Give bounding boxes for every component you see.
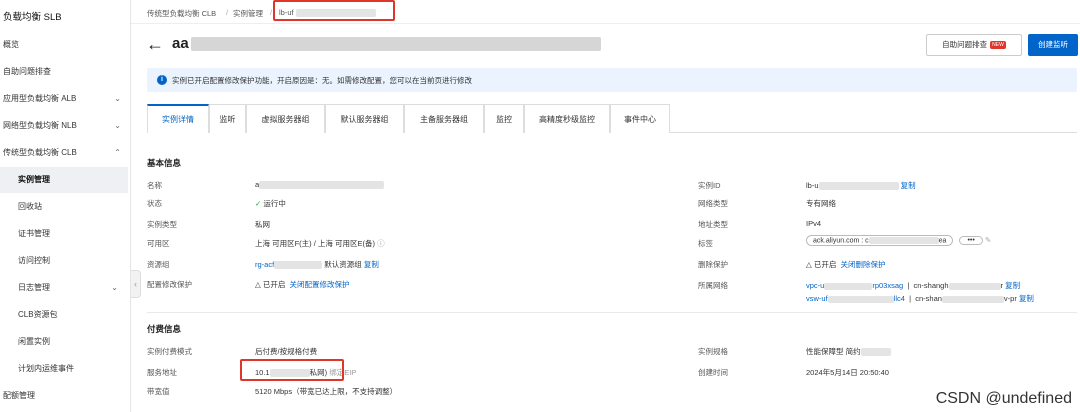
field-label: 可用区 xyxy=(147,239,170,248)
lock-icon: △ xyxy=(806,260,812,269)
breadcrumb-instance-management[interactable]: 实例管理 xyxy=(233,8,263,19)
sidebar-item-idle-instances[interactable]: 闲置实例 xyxy=(0,329,128,355)
tab-instance-details[interactable]: 实例详情 xyxy=(147,104,209,133)
page-title: aa xyxy=(172,35,601,52)
watermark: CSDN @undefined xyxy=(935,390,1072,407)
help-icon[interactable]: ⓘ xyxy=(377,239,385,248)
copy-link[interactable]: 复制 xyxy=(901,181,916,190)
field-label: 配置修改保护 xyxy=(147,280,192,289)
highlight-box xyxy=(240,359,344,381)
field-label: 实例类型 xyxy=(147,220,177,229)
disable-delete-protection-link[interactable]: 关闭删除保护 xyxy=(841,260,886,269)
sidebar-title: 负载均衡 SLB xyxy=(3,12,62,23)
tab-master-slave-group[interactable]: 主备服务器组 xyxy=(404,104,484,133)
section-title-basic: 基本信息 xyxy=(147,158,182,168)
field-label: 创建时间 xyxy=(698,368,728,377)
bandwidth-value: 5120 Mbps（带宽已达上限，不支持调整） xyxy=(255,387,398,396)
tab-event-center[interactable]: 事件中心 xyxy=(610,104,670,133)
disable-config-protection-link[interactable]: 关闭配置修改保护 xyxy=(290,280,350,289)
sidebar-item-clb-package[interactable]: CLB资源包 xyxy=(0,302,128,328)
field-label: 网络类型 xyxy=(698,199,728,208)
new-badge: NEW xyxy=(990,41,1006,50)
delete-protection-value: △ 已开启 关闭删除保护 xyxy=(806,260,886,269)
field-label: 地址类型 xyxy=(698,220,728,229)
chevron-down-icon: ⌄ xyxy=(114,121,121,130)
zone-value: 上海 可用区F(主) / 上海 可用区E(备) ⓘ xyxy=(255,239,385,248)
lock-icon: △ xyxy=(255,280,261,289)
breadcrumb-clb[interactable]: 传统型负载均衡 CLB xyxy=(147,8,216,19)
sidebar-item-certificates[interactable]: 证书管理 xyxy=(0,221,128,247)
instance-spec-value: 性能保障型 简约 xyxy=(806,346,891,357)
sidebar-item-maintenance-events[interactable]: 计划内运维事件 xyxy=(0,356,128,382)
chevron-down-icon: ⌄ xyxy=(111,283,118,292)
billing-mode-value: 后付费/按规格付费 xyxy=(255,347,318,356)
info-icon: i xyxy=(157,75,167,85)
field-label: 服务地址 xyxy=(147,368,177,377)
field-label: 所属网络 xyxy=(698,281,728,290)
vpc-link[interactable]: vpc-u rp03xsag xyxy=(806,281,903,290)
vswitch-value: vsw-uf llc4 | cn-shan v-pr 复制 xyxy=(806,294,1034,303)
vpc-value: vpc-u rp03xsag | cn-shangh r 复制 xyxy=(806,281,1021,290)
created-time-value: 2024年5月14日 20:50:40 xyxy=(806,368,889,377)
tag-chip[interactable]: ack.aliyun.com : c ea xyxy=(806,235,954,247)
field-label: 状态 xyxy=(147,199,162,208)
network-type-value: 专有网络 xyxy=(806,199,836,208)
tab-monitoring[interactable]: 监控 xyxy=(484,104,524,133)
resource-group-link[interactable]: rg-acf xyxy=(255,260,274,269)
more-icon[interactable]: ••• xyxy=(959,236,983,246)
edit-icon[interactable]: ✎ xyxy=(985,235,991,244)
field-label: 实例付费模式 xyxy=(147,347,192,356)
sidebar-item-logs[interactable]: 日志管理 ⌄ xyxy=(0,275,128,301)
sidebar-item-instance-management[interactable]: 实例管理 xyxy=(0,167,128,193)
sidebar-item-clb[interactable]: 传统型负载均衡 CLB ⌃ xyxy=(3,140,131,166)
copy-link[interactable]: 复制 xyxy=(1005,281,1020,290)
tab-high-precision-monitoring[interactable]: 高精度秒级监控 xyxy=(524,104,610,133)
field-label: 资源组 xyxy=(147,260,170,269)
resource-group-value: rg-acf 默认资源组 复制 xyxy=(255,260,379,270)
sidebar-item-self-check[interactable]: 自助问题排查 xyxy=(3,59,131,85)
chevron-down-icon: ⌄ xyxy=(114,94,121,103)
info-banner-text: 实例已开启配置修改保护功能，开启原因是：无。如需修改配置，您可以在当前页进行修改 xyxy=(172,76,472,85)
instance-type-value: 私网 xyxy=(255,220,270,229)
info-banner: i 实例已开启配置修改保护功能，开启原因是：无。如需修改配置，您可以在当前页进行… xyxy=(147,68,1077,92)
address-type-value: IPv4 xyxy=(806,219,822,228)
config-protection-value: △ 已开启 关闭配置修改保护 xyxy=(255,280,350,289)
copy-link[interactable]: 复制 xyxy=(364,260,379,269)
highlight-box xyxy=(273,0,395,21)
status-value: ✓ 运行中 xyxy=(255,199,286,208)
instance-name: a xyxy=(255,180,385,190)
sidebar-item-alb[interactable]: 应用型负载均衡 ALB ⌄ xyxy=(3,86,131,112)
field-label: 实例规格 xyxy=(698,347,728,356)
field-label: 带宽值 xyxy=(147,387,170,396)
sidebar-collapse-handle[interactable]: ‹ xyxy=(131,270,141,298)
sidebar-item-quota[interactable]: 配额管理 xyxy=(3,383,131,409)
sidebar-item-recycle-bin[interactable]: 回收站 xyxy=(0,194,128,220)
create-monitor-button[interactable]: 创建监听 xyxy=(1028,34,1078,56)
field-label: 实例ID xyxy=(698,181,721,190)
instance-id-value: lb-u 复制 xyxy=(806,181,916,191)
sidebar: 负载均衡 SLB 概览 自助问题排查 应用型负载均衡 ALB ⌄ 网络型负载均衡 … xyxy=(0,0,131,412)
divider xyxy=(147,312,1077,313)
tab-listeners[interactable]: 监听 xyxy=(209,104,246,133)
tags-value: ack.aliyun.com : c ea ••• ✎ xyxy=(806,235,991,247)
tab-default-server-group[interactable]: 默认服务器组 xyxy=(325,104,404,133)
section-title-billing: 付费信息 xyxy=(147,324,182,334)
vswitch-link[interactable]: vsw-uf llc4 xyxy=(806,294,905,303)
back-arrow-icon[interactable]: ← xyxy=(146,34,164,55)
field-label: 标签 xyxy=(698,239,713,248)
tab-vserver-group[interactable]: 虚拟服务器组 xyxy=(246,104,325,133)
sidebar-item-nlb[interactable]: 网络型负载均衡 NLB ⌄ xyxy=(3,113,131,139)
copy-link[interactable]: 复制 xyxy=(1019,294,1034,303)
check-icon: ✓ xyxy=(255,199,262,208)
field-label: 删除保护 xyxy=(698,260,728,269)
chevron-up-icon: ⌃ xyxy=(114,148,121,157)
tab-bar: 实例详情 监听 虚拟服务器组 默认服务器组 主备服务器组 监控 高精度秒级监控 … xyxy=(147,104,1077,133)
auto-check-button[interactable]: 自助问题排查 NEW xyxy=(926,34,1022,56)
sidebar-item-access-control[interactable]: 访问控制 xyxy=(0,248,128,274)
sidebar-item-overview[interactable]: 概览 xyxy=(3,32,131,58)
field-label: 名称 xyxy=(147,181,162,190)
